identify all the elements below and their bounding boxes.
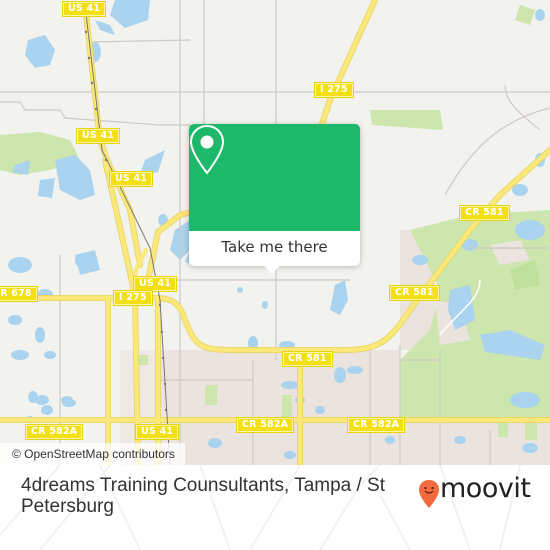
footer-bar: 4dreams Training Counsultants, Tampa / S…: [0, 465, 550, 550]
road-shield: US 41: [63, 2, 106, 16]
road-shield: US 41: [110, 172, 153, 186]
map-view[interactable]: US 41 US 41 US 41 US 41 CR 678 I 275 I 2…: [0, 0, 550, 465]
moovit-pin-icon: [419, 480, 439, 508]
road-shield: CR 582A: [26, 425, 83, 439]
moovit-logo[interactable]: moovit: [418, 473, 550, 511]
location-popup: Take me there: [189, 124, 360, 266]
road-shield: CR 582A: [237, 418, 294, 432]
road-shield: I 275: [315, 83, 353, 97]
map-attribution[interactable]: © OpenStreetMap contributors: [0, 443, 185, 465]
road-shield: CR 581: [460, 206, 509, 220]
road-shield: CR 582A: [348, 418, 405, 432]
road-shield: US 41: [77, 129, 120, 143]
road-shield: CR 581: [283, 352, 332, 366]
place-title: 4dreams Training Counsultants, Tampa / S…: [21, 475, 386, 517]
road-shield: I 275: [114, 291, 152, 305]
map-pin-icon: [189, 124, 225, 175]
popup-header: [189, 124, 360, 231]
moovit-wordmark: moovit: [440, 473, 531, 504]
road-shield: CR 581: [390, 286, 439, 300]
take-me-there-button[interactable]: Take me there: [189, 231, 360, 266]
road-shield: US 41: [136, 425, 179, 439]
popup-pointer: [263, 265, 281, 274]
road-shield: US 41: [134, 277, 177, 291]
road-shield: CR 678: [0, 287, 37, 301]
